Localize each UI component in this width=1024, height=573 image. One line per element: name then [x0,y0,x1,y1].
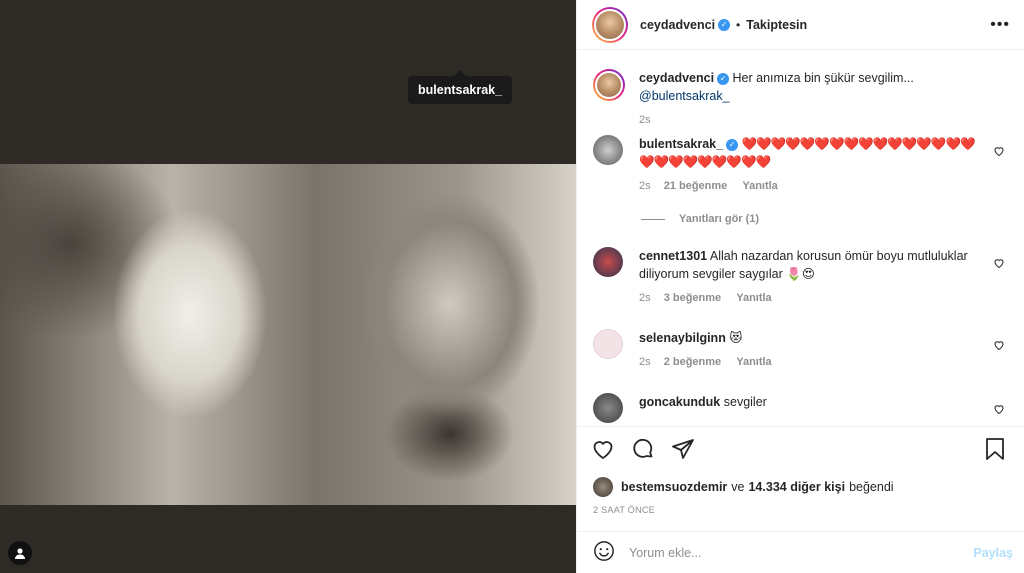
post-comment-button[interactable]: Paylaş [973,546,1013,560]
reply-button[interactable]: Yanıtla [736,292,771,304]
view-replies-button[interactable]: Yanıtları gör (1) [641,213,759,225]
commenter-avatar[interactable] [593,393,623,423]
caption-text: Her anımıza bin şükür sevgilim... [732,71,914,85]
comment-item: selenaybilginn 😻 2s 2 beğenme Yanıtla [593,329,1013,371]
comment-username[interactable]: selenaybilginn [639,331,726,345]
like-heart-icon[interactable] [591,437,617,463]
comment-item: bulentsakrak_ ✓ ❤️❤️❤️❤️❤️❤️❤️❤️❤️❤️❤️❤️❤… [593,135,1013,195]
separator-dot: • [736,17,741,32]
commenter-avatar[interactable] [593,135,623,165]
comments-list[interactable]: ceydadvenci ✓ Her anımıza bin şükür sevgi… [577,51,1024,426]
comment-text: sevgiler [723,395,767,409]
share-paper-plane-icon[interactable] [671,437,697,463]
comment-username[interactable]: cennet1301 [639,249,707,263]
comment-text: 😻 [729,331,743,345]
post-header: ceydadvenci ✓ • Takiptesin ••• [577,0,1024,50]
comment-time[interactable]: 2s [639,180,651,192]
verified-icon: ✓ [718,18,731,31]
liker-username[interactable]: bestemsuozdemir [621,480,727,494]
post-photo[interactable] [0,164,576,505]
comment-username[interactable]: bulentsakrak_ [639,137,723,151]
liker-avatar[interactable] [593,477,613,497]
verified-icon: ✓ [726,138,739,151]
post-timestamp[interactable]: 2 SAAT ÖNCE [593,505,655,515]
commenter-avatar[interactable] [593,329,623,359]
liked-by-suffix: beğendi [849,480,894,494]
user-tag-bubble[interactable]: bulentsakrak_ [408,70,513,104]
user-tags-icon[interactable] [8,541,32,565]
reply-button[interactable]: Yanıtla [742,180,777,192]
author-username[interactable]: ceydadvenci [640,18,715,32]
commenter-avatar[interactable] [593,247,623,277]
comment-username[interactable]: goncakunduk [639,395,720,409]
comment-item: cennet1301 Allah nazardan korusun ömür b… [593,247,1013,307]
comment-likes[interactable]: 21 beğenme [664,180,728,192]
comment-input[interactable] [629,545,974,560]
post-side-panel: ceydadvenci ✓ • Takiptesin ••• ceydadven… [576,0,1024,573]
follow-status[interactable]: Takiptesin [746,18,807,32]
verified-icon: ✓ [717,72,730,85]
comment-time[interactable]: 2s [639,292,651,304]
caption-avatar[interactable] [593,69,625,101]
like-comment-heart-icon[interactable] [993,403,1005,415]
author-avatar[interactable] [592,6,628,43]
comment-time[interactable]: 2s [639,356,651,368]
bookmark-icon[interactable] [983,437,1009,463]
add-comment-bar: Paylaş [577,531,1024,573]
post-media[interactable]: bulentsakrak_ [0,0,576,573]
comment-item: goncakunduk sevgiler [593,393,1013,423]
comment-bubble-icon[interactable] [631,437,657,463]
comment-likes[interactable]: 2 beğenme [664,356,721,368]
caption: ceydadvenci ✓ Her anımıza bin şükür sevgi… [593,69,1013,129]
like-comment-heart-icon[interactable] [993,339,1005,351]
emoji-icon[interactable] [593,540,615,565]
post-actions: bestemsuozdemir ve 14.334 diğer kişi beğ… [577,426,1024,530]
reply-button[interactable]: Yanıtla [736,356,771,368]
like-comment-heart-icon[interactable] [993,145,1005,157]
liked-by-connector: ve [731,480,745,494]
liked-by: bestemsuozdemir ve 14.334 diğer kişi beğ… [593,477,894,497]
likes-count[interactable]: 14.334 diğer kişi [748,480,845,494]
like-comment-heart-icon[interactable] [993,257,1005,269]
caption-time[interactable]: 2s [639,114,651,126]
caption-mention[interactable]: @bulentsakrak_ [639,89,730,103]
comment-likes[interactable]: 3 beğenme [664,292,721,304]
caption-username[interactable]: ceydadvenci [639,71,714,85]
more-horizontal-icon[interactable]: ••• [990,16,1010,34]
